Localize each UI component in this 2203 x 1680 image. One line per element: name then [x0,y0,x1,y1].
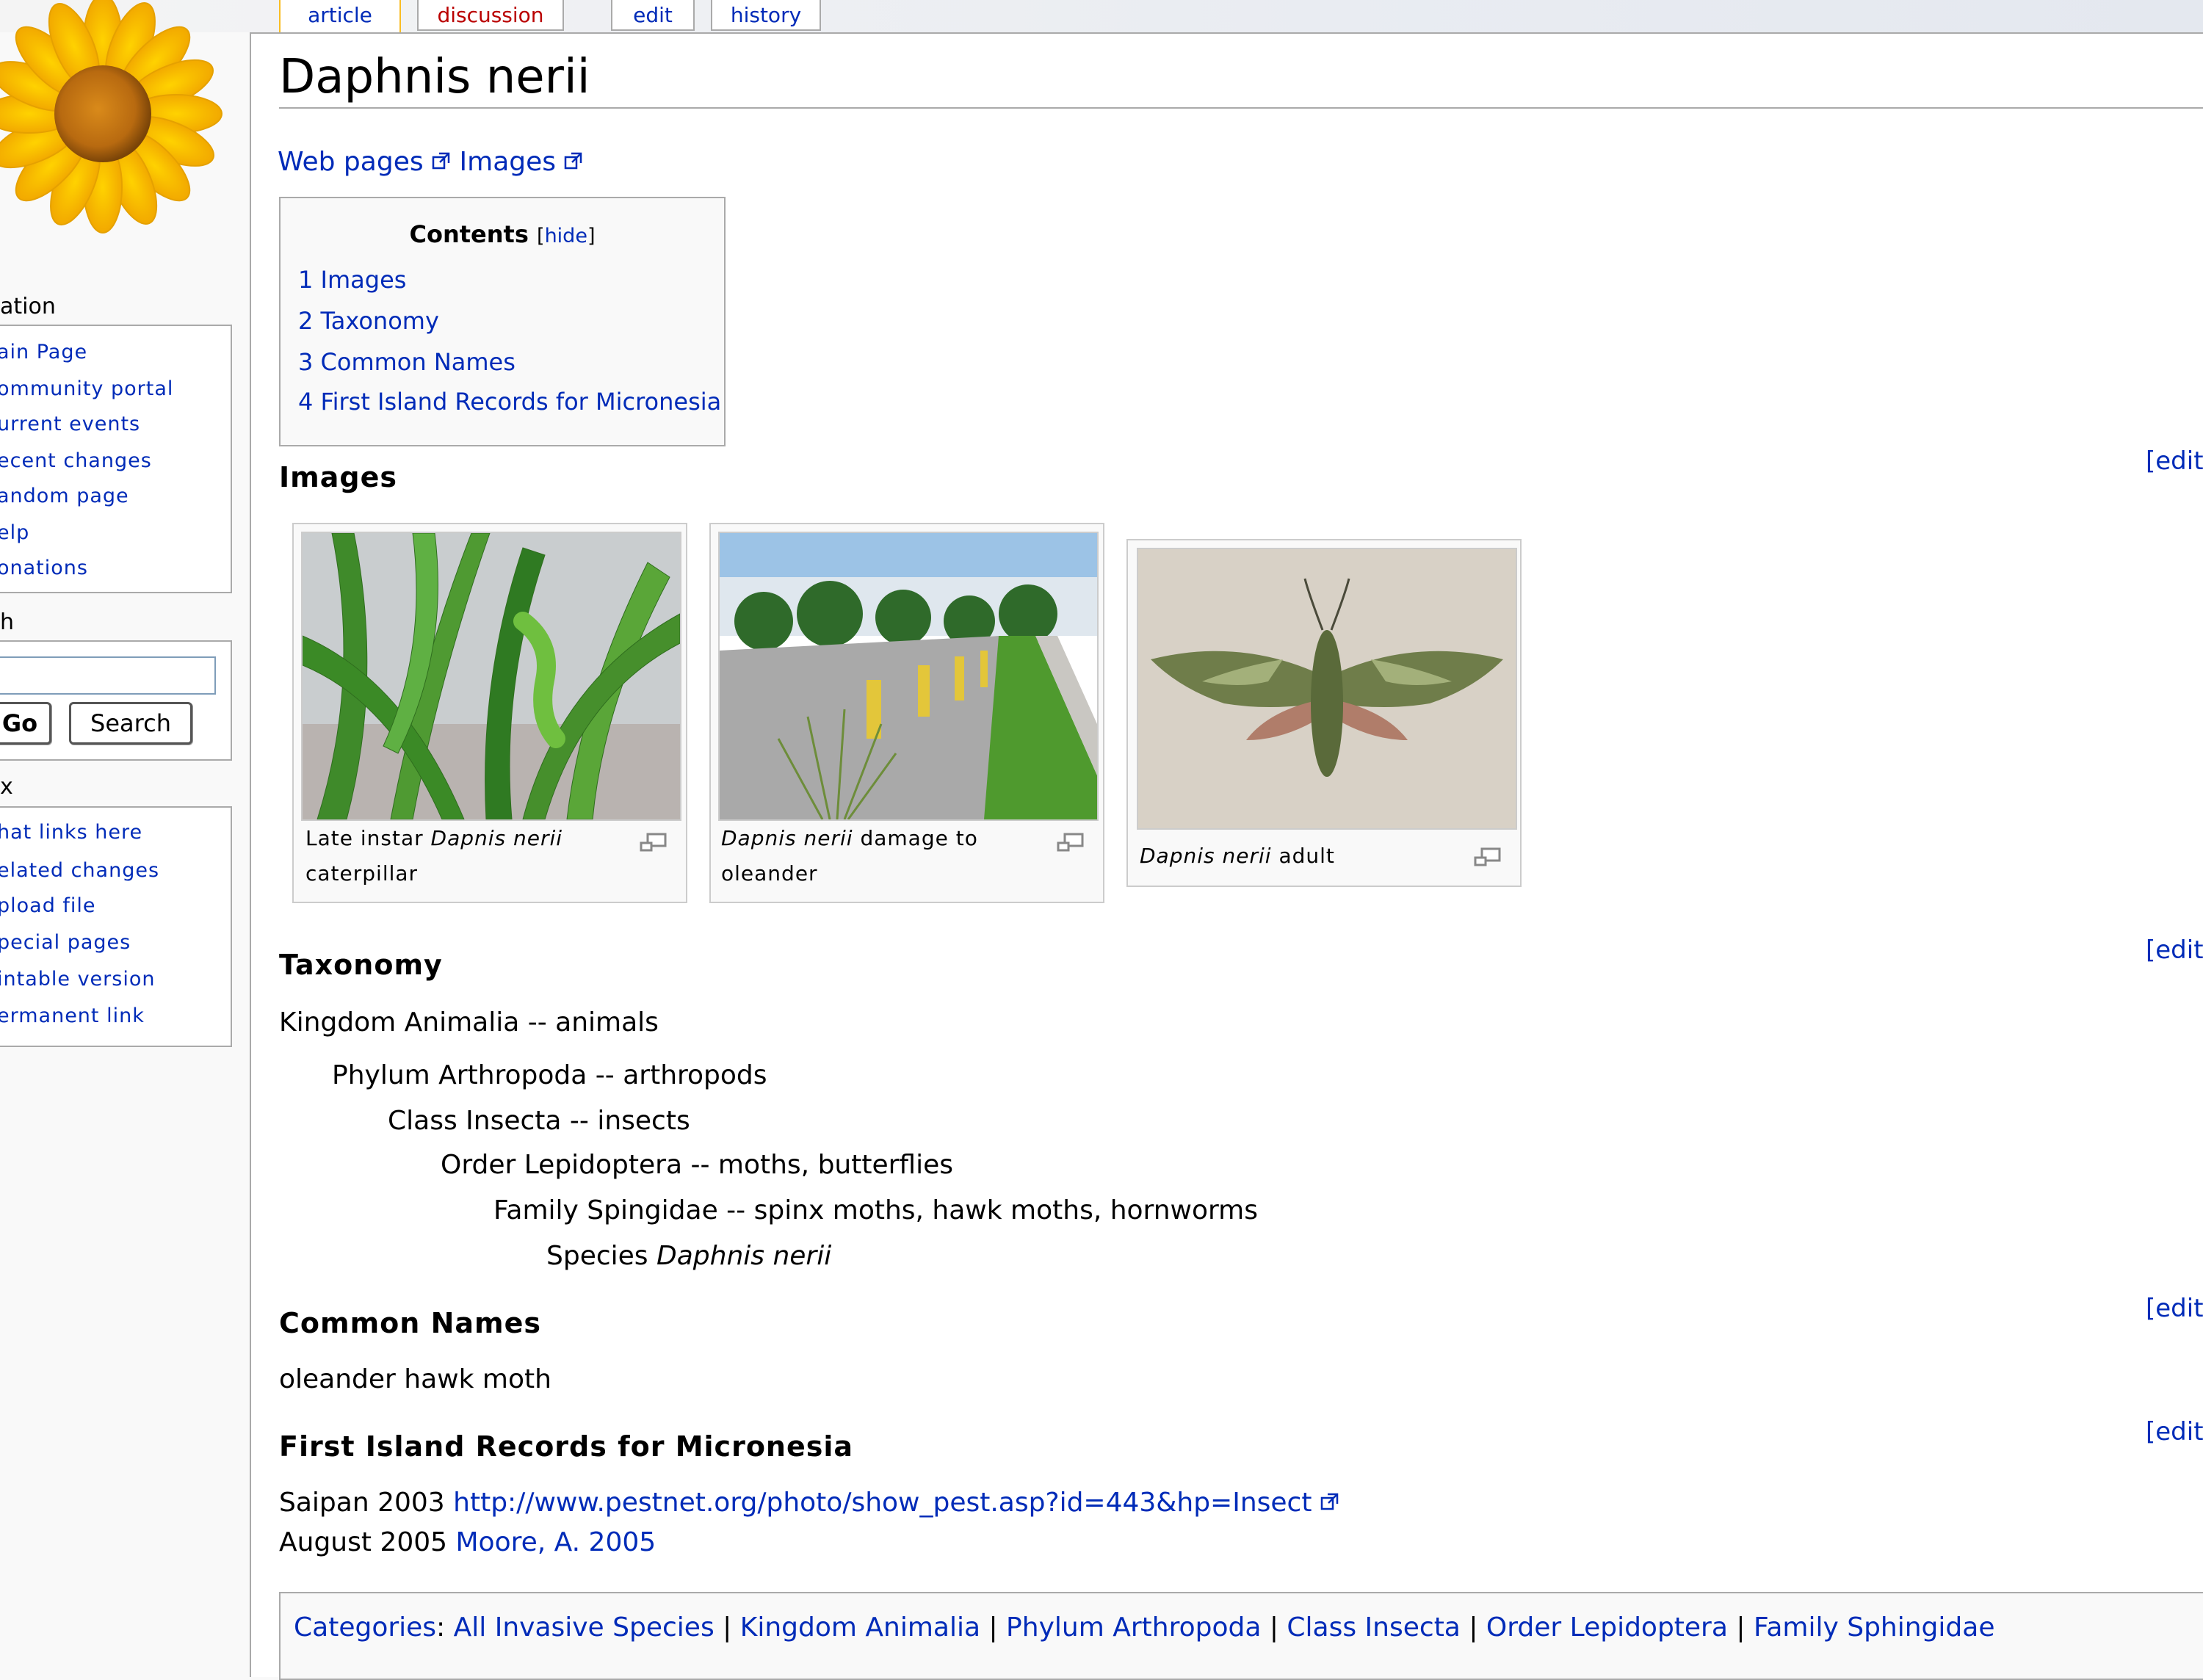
external-link-icon [564,147,583,177]
caption-adult-line1: Dapnis nerii adult [1140,844,1335,868]
toc-item-taxonomy[interactable]: 2 Taxonomy [298,307,439,335]
external-link-icon [1320,1488,1339,1518]
caption-species-name[interactable]: Dapnis nerii [1140,844,1272,868]
sidebar-item-help[interactable]: elp [0,521,29,544]
sidebar-item-current-events[interactable]: urrent events [0,413,140,435]
moore-reference-link[interactable]: Moore, A. 2005 [456,1527,656,1557]
title-divider [279,107,2203,109]
edit-section-taxonomy-link[interactable]: [edit] [2146,935,2203,965]
toolbox-heading: x [0,774,13,800]
section-heading-taxonomy: Taxonomy [279,949,443,981]
adult-moth-image[interactable] [1137,548,1517,830]
sidebar-item-related-changes[interactable]: elated changes [0,859,159,882]
table-of-contents: Contents [hide] 1 Images 2 Taxonomy 3 Co… [279,197,726,446]
category-links: Categories: All Invasive Species | Kingd… [294,1612,1995,1643]
search-button[interactable]: Search [69,702,192,745]
toolbox-box: hat links here elated changes pload file… [0,806,232,1047]
toc-hide-toggle[interactable]: [hide] [537,225,595,247]
thumbnail-caterpillar: Late instar Dapnis nerii caterpillar [292,523,687,903]
category-all-invasive-species[interactable]: All Invasive Species [454,1612,715,1643]
tab-article[interactable]: article [279,0,401,34]
magnify-icon[interactable] [639,833,668,858]
external-link-icon [432,147,451,177]
sidebar-item-upload-file[interactable]: pload file [0,894,96,917]
species-name: Daphnis nerii [656,1241,832,1271]
oleander-damage-image[interactable] [718,532,1099,821]
caption-species-name[interactable]: Dapnis nerii [431,826,563,850]
caption-caterpillar-line1: Late instar Dapnis nerii [305,826,563,850]
page-title: Daphnis nerii [279,50,590,104]
taxonomy-family: Family Spingidae -- spinx moths, hawk mo… [493,1195,1258,1225]
taxonomy-phylum: Phylum Arthropoda -- arthropods [332,1060,767,1090]
tab-discussion[interactable]: discussion [417,0,564,31]
thumbnail-adult: Dapnis nerii adult [1126,539,1522,887]
category-kingdom-animalia[interactable]: Kingdom Animalia [740,1612,980,1643]
pestnet-link[interactable]: http://www.pestnet.org/photo/show_pest.a… [453,1488,1312,1518]
sidebar-item-special-pages[interactable]: pecial pages [0,931,131,954]
caption-damage-line1: Dapnis nerii damage to [721,826,978,850]
search-heading: h [0,609,15,635]
sidebar-item-recent-changes[interactable]: ecent changes [0,449,152,472]
caterpillar-image[interactable] [301,532,681,821]
tab-edit[interactable]: edit [611,0,695,31]
caption-caterpillar-line2: caterpillar [305,861,419,886]
toc-item-common-names[interactable]: 3 Common Names [298,348,516,376]
search-input[interactable] [0,656,216,695]
record-saipan: Saipan 2003 http://www.pestnet.org/photo… [279,1488,1339,1518]
edit-section-common-names-link[interactable]: [edit] [2146,1294,2203,1323]
categories-label[interactable]: Categories [294,1612,436,1643]
record-august-2005: August 2005 Moore, A. 2005 [279,1527,656,1557]
category-links-box: Categories: All Invasive Species | Kingd… [279,1592,2203,1680]
site-logo[interactable]: ] [0,0,250,235]
sidebar-item-printable-version[interactable]: intable version [0,968,155,991]
navigation-heading: ation [0,294,56,319]
taxonomy-kingdom: Kingdom Animalia -- animals [279,1007,659,1038]
taxonomy-species: Species Daphnis nerii [546,1241,832,1271]
navigation-box: ain Page ommunity portal urrent events e… [0,325,232,593]
tab-history[interactable]: history [711,0,821,31]
taxonomy-order: Order Lepidoptera -- moths, butterflies [441,1150,953,1180]
category-order-lepidoptera[interactable]: Order Lepidoptera [1486,1612,1728,1643]
edit-section-first-island-records-link[interactable]: [edit] [2146,1417,2203,1447]
section-heading-first-island-records: First Island Records for Micronesia [279,1430,854,1463]
section-heading-common-names: Common Names [279,1307,542,1339]
sunflower-logo-icon: ] [0,0,223,233]
toc-hide-link[interactable]: hide [545,225,587,247]
content-area: Daphnis nerii Web pages Images Contents … [250,32,2203,1680]
sidebar-item-donations[interactable]: onations [0,557,88,579]
category-family-sphingidae[interactable]: Family Sphingidae [1754,1612,1995,1643]
edit-section-images-link[interactable]: [edit] [2146,446,2203,476]
section-heading-images: Images [279,461,397,493]
magnify-icon[interactable] [1473,847,1502,872]
web-pages-link[interactable]: Web pages [278,147,424,177]
external-links: Web pages Images [278,147,583,177]
toc-item-images[interactable]: 1 Images [298,266,406,294]
caption-damage-line2: oleander [721,861,818,886]
sidebar-item-random-page[interactable]: andom page [0,485,129,507]
sidebar-item-community-portal[interactable]: ommunity portal [0,377,173,400]
images-link[interactable]: Images [460,147,557,177]
toc-title-row: Contents [hide] [281,220,724,248]
category-class-insecta[interactable]: Class Insecta [1287,1612,1460,1643]
common-name-text: oleander hawk moth [279,1364,551,1394]
sidebar-item-what-links-here[interactable]: hat links here [0,821,142,844]
caption-species-name[interactable]: Dapnis nerii [721,826,853,850]
magnify-icon[interactable] [1056,833,1085,858]
toc-title: Contents [409,220,529,248]
category-phylum-arthropoda[interactable]: Phylum Arthropoda [1006,1612,1261,1643]
sidebar-item-main-page[interactable]: ain Page [0,341,87,363]
thumbnail-damage: Dapnis nerii damage to oleander [709,523,1104,903]
go-button[interactable]: Go [0,702,51,745]
sidebar-item-permanent-link[interactable]: ermanent link [0,1004,145,1027]
toc-item-first-island-records[interactable]: 4 First Island Records for Micronesia [298,388,721,416]
taxonomy-class: Class Insecta -- insects [388,1106,690,1136]
